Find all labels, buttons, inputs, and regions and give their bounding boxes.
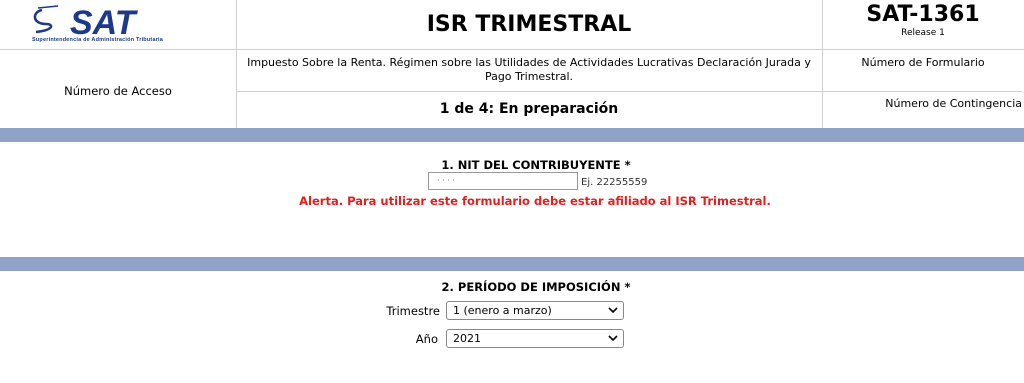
chevron-down-icon bbox=[608, 303, 618, 323]
page-title: ISR TRIMESTRAL bbox=[426, 11, 632, 37]
chevron-down-icon bbox=[608, 331, 618, 351]
nit-example: Ej. 22255559 bbox=[581, 177, 648, 188]
quarter-select-value: 1 (enero a marzo) bbox=[453, 304, 552, 317]
form-description: Impuesto Sobre la Renta. Régimen sobre l… bbox=[247, 56, 811, 83]
form-header: SAT Superintendencia de Administración T… bbox=[0, 0, 1024, 128]
period-section-title: 2. PERÍODO DE IMPOSICIÓN * bbox=[441, 280, 631, 294]
alert-message: Alerta. Para utilizar este formulario de… bbox=[299, 194, 771, 208]
year-select-value: 2021 bbox=[453, 332, 481, 345]
nit-section-title: 1. NIT DEL CONTRIBUYENTE * bbox=[441, 158, 631, 172]
year-select[interactable]: 2021 bbox=[446, 329, 624, 348]
nit-input[interactable]: · · · · bbox=[428, 172, 578, 190]
release-label: Release 1 bbox=[901, 28, 945, 38]
quarter-select[interactable]: 1 (enero a marzo) bbox=[446, 301, 624, 320]
sat-logo: SAT Superintendencia de Administración T… bbox=[28, 4, 198, 46]
contingency-number-label: Número de Contingencia bbox=[885, 97, 1022, 110]
status-label: 1 de 4: En preparación bbox=[439, 101, 619, 117]
access-number-label: Número de Acceso bbox=[64, 84, 172, 98]
section-divider bbox=[0, 128, 1024, 142]
quarter-label: Trimestre bbox=[386, 304, 440, 318]
logo-subtitle: Superintendencia de Administración Tribu… bbox=[32, 37, 164, 43]
svg-text:SAT: SAT bbox=[70, 4, 139, 38]
sat-logo-icon: SAT bbox=[33, 4, 139, 42]
year-label: Año bbox=[415, 332, 438, 346]
section-divider bbox=[0, 257, 1024, 271]
form-code: SAT-1361 bbox=[866, 2, 980, 27]
form-number-label: Número de Formulario bbox=[861, 56, 985, 69]
